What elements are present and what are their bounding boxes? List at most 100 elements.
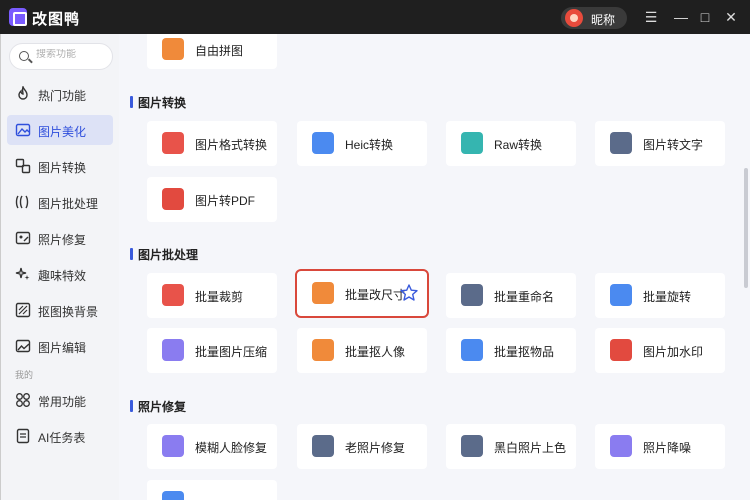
tool-card-batch-rename[interactable]: 批量重命名 bbox=[446, 273, 576, 318]
tool-card-label: 老照片修复 bbox=[345, 441, 406, 455]
tool-card-label: 黑白照片上色 bbox=[494, 441, 567, 455]
tool-card-batch-crop[interactable]: 批量裁剪 bbox=[147, 273, 277, 318]
tool-card-label: 批量裁剪 bbox=[195, 290, 244, 304]
tool-card-label: 图片加水印 bbox=[643, 345, 704, 359]
rename-icon bbox=[461, 284, 483, 306]
sparkle-icon bbox=[15, 267, 30, 280]
section-title-convert: 图片转换 bbox=[129, 96, 187, 110]
tool-card-batch-portrait-cutout[interactable]: 批量抠人像 bbox=[297, 328, 427, 373]
pdf-icon bbox=[162, 188, 184, 210]
tool-card-image-to-pdf[interactable]: 图片转PDF bbox=[147, 177, 277, 222]
sidebar-item-ai-tasks[interactable]: AI任务表 bbox=[7, 421, 113, 451]
minimize-icon[interactable]: — bbox=[672, 8, 690, 26]
tool-card-free-collage[interactable]: 自由拼图 bbox=[147, 34, 277, 69]
tool-card-label: 批量旋转 bbox=[643, 290, 692, 304]
tool-card-partial[interactable] bbox=[147, 480, 277, 500]
tool-card-label: 批量抠人像 bbox=[345, 345, 406, 359]
task-list-icon bbox=[16, 428, 30, 444]
tool-card-label: Heic转换 bbox=[345, 138, 394, 152]
tool-card-colorize[interactable]: 黑白照片上色 bbox=[446, 424, 576, 469]
app-window: 改图鸭 昵称 ☰ — □ ✕ 热门功能 图片美化 bbox=[0, 0, 750, 500]
tool-card-format-convert[interactable]: 图片格式转换 bbox=[147, 121, 277, 166]
section-title-repair: 照片修复 bbox=[129, 400, 187, 414]
tool-card-label: 批量改尺寸 bbox=[345, 288, 406, 302]
close-icon[interactable]: ✕ bbox=[722, 8, 740, 26]
grid-icon bbox=[16, 393, 30, 407]
raw-icon bbox=[461, 132, 483, 154]
section-title-batch: 图片批处理 bbox=[129, 248, 199, 262]
tool-card-label: Raw转换 bbox=[494, 138, 543, 152]
tool-card-watermark[interactable]: 图片加水印 bbox=[595, 328, 725, 373]
sidebar-item-label: 图片转换 bbox=[38, 161, 87, 175]
search-icon bbox=[19, 51, 29, 61]
user-profile-button[interactable]: 昵称 bbox=[561, 7, 627, 29]
main-panel: 自由拼图 图片转换 图片格式转换 Heic转换 Raw转换 图片转文字 图片转P… bbox=[119, 34, 741, 500]
user-nickname: 昵称 bbox=[591, 13, 616, 27]
rotate-icon bbox=[610, 284, 632, 306]
sidebar-item-effects[interactable]: 趣味特效 bbox=[7, 259, 113, 289]
tool-icon bbox=[162, 491, 184, 500]
crop-icon bbox=[162, 284, 184, 306]
tool-card-label: 模糊人脸修复 bbox=[195, 441, 268, 455]
sidebar-item-edit[interactable]: 图片编辑 bbox=[7, 331, 113, 361]
tool-card-batch-compress[interactable]: 批量图片压缩 bbox=[147, 328, 277, 373]
batch-icon bbox=[15, 195, 29, 209]
search-box[interactable] bbox=[9, 43, 113, 70]
maximize-icon[interactable]: □ bbox=[696, 8, 714, 26]
sidebar-item-batch[interactable]: 图片批处理 bbox=[7, 187, 113, 217]
watermark-icon bbox=[610, 339, 632, 361]
tool-card-heic[interactable]: Heic转换 bbox=[297, 121, 427, 166]
tool-card-label: 照片降噪 bbox=[643, 441, 692, 455]
tool-card-old-photo-repair[interactable]: 老照片修复 bbox=[297, 424, 427, 469]
tool-card-face-repair[interactable]: 模糊人脸修复 bbox=[147, 424, 277, 469]
sidebar-item-repair[interactable]: 照片修复 bbox=[7, 223, 113, 253]
face-repair-icon bbox=[162, 435, 184, 457]
app-title: 改图鸭 bbox=[32, 11, 81, 28]
denoise-icon bbox=[610, 435, 632, 457]
tool-card-denoise[interactable]: 照片降噪 bbox=[595, 424, 725, 469]
image-edit-icon bbox=[15, 123, 31, 137]
tool-card-batch-object-cutout[interactable]: 批量抠物品 bbox=[446, 328, 576, 373]
tool-card-label: 图片格式转换 bbox=[195, 138, 268, 152]
tool-card-raw[interactable]: Raw转换 bbox=[446, 121, 576, 166]
sidebar-item-convert[interactable]: 图片转换 bbox=[7, 151, 113, 181]
sidebar-item-beautify[interactable]: 图片美化 bbox=[7, 115, 113, 145]
search-input[interactable] bbox=[36, 49, 110, 60]
tool-card-batch-resize[interactable]: 批量改尺寸 bbox=[295, 269, 429, 318]
sidebar-item-label: 照片修复 bbox=[38, 233, 87, 247]
collage-icon bbox=[162, 38, 184, 60]
sidebar-item-label: 热门功能 bbox=[38, 89, 87, 103]
old-photo-icon bbox=[312, 435, 334, 457]
portrait-cutout-icon bbox=[312, 339, 334, 361]
avatar bbox=[565, 9, 583, 27]
sidebar-item-label: 图片批处理 bbox=[38, 197, 99, 211]
sidebar-item-label: 图片美化 bbox=[38, 125, 87, 139]
tool-card-label: 批量抠物品 bbox=[494, 345, 555, 359]
convert-icon bbox=[15, 158, 31, 174]
sidebar-item-hot[interactable]: 热门功能 bbox=[7, 79, 113, 109]
app-logo-icon bbox=[9, 8, 27, 26]
edit-icon bbox=[15, 339, 31, 353]
scrollbar[interactable] bbox=[741, 34, 750, 500]
sidebar-item-label: 抠图换背景 bbox=[38, 305, 99, 319]
format-convert-icon bbox=[162, 132, 184, 154]
colorize-icon bbox=[461, 435, 483, 457]
content-area: 热门功能 图片美化 图片转换 图片批处理 照片修复 趣味特效 bbox=[0, 34, 750, 500]
sidebar-item-label: 趣味特效 bbox=[38, 269, 87, 283]
image-to-text-icon bbox=[610, 132, 632, 154]
heic-icon bbox=[312, 132, 334, 154]
repair-icon bbox=[15, 231, 31, 245]
sidebar-item-favorites[interactable]: 常用功能 bbox=[7, 385, 113, 415]
tool-card-image-to-text[interactable]: 图片转文字 bbox=[595, 121, 725, 166]
tool-card-batch-rotate[interactable]: 批量旋转 bbox=[595, 273, 725, 318]
sidebar-item-cutout[interactable]: 抠图换背景 bbox=[7, 295, 113, 325]
tool-card-label: 图片转文字 bbox=[643, 138, 704, 152]
scrollbar-thumb[interactable] bbox=[744, 168, 748, 288]
favorite-star-icon[interactable] bbox=[399, 283, 419, 303]
compress-icon bbox=[162, 339, 184, 361]
sidebar-item-label: AI任务表 bbox=[38, 431, 86, 445]
sidebar-section-mine: 我的 bbox=[15, 370, 34, 380]
object-cutout-icon bbox=[461, 339, 483, 361]
resize-icon bbox=[312, 282, 334, 304]
menu-icon[interactable]: ☰ bbox=[642, 8, 660, 26]
